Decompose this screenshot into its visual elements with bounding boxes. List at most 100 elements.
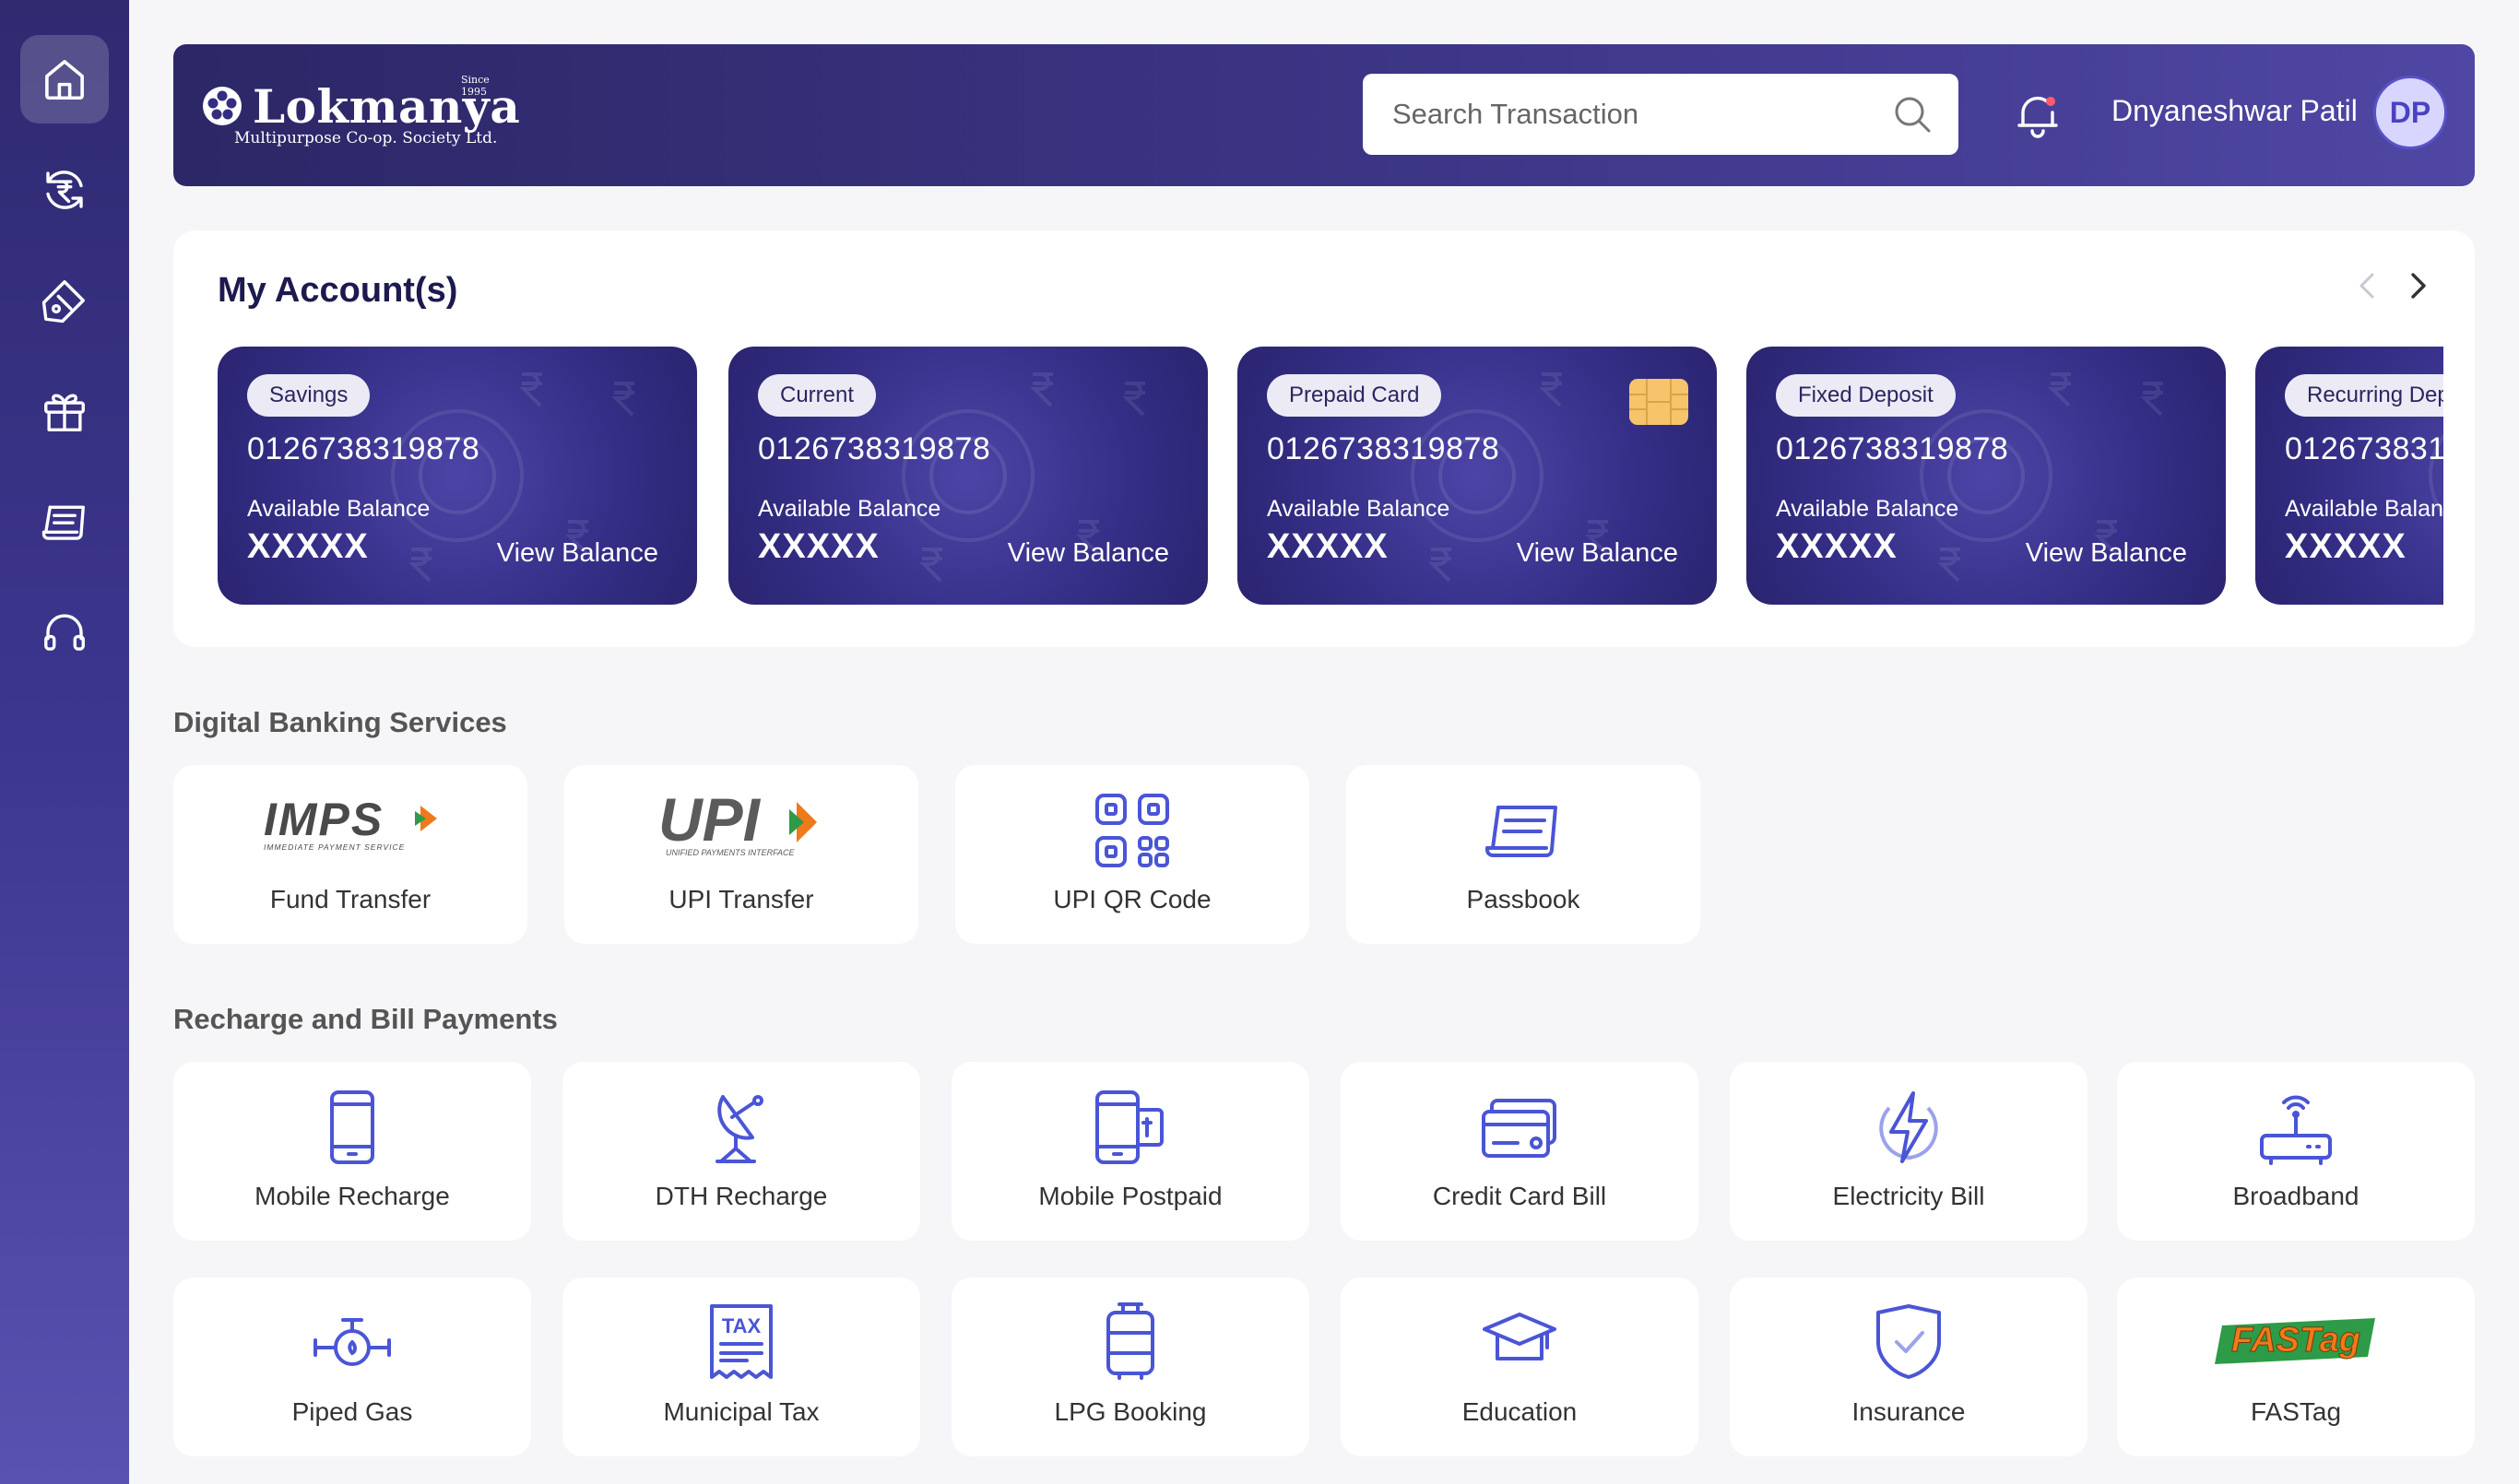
tile-label: Fund Transfer [269, 885, 432, 913]
masked-balance: XXXXX [247, 527, 369, 566]
lokmanya-mark-icon [203, 87, 242, 125]
tile-label: UPI QR Code [1053, 885, 1212, 913]
account-card[interactable]: Fixed Deposit 0126738319878 Available Ba… [1746, 347, 2226, 605]
svg-text:IMPS: IMPS [264, 794, 384, 845]
available-balance-label: Available Balance [1267, 496, 1450, 522]
sidebar-item-transfer[interactable] [20, 146, 109, 234]
account-number: 0126738319878 [1267, 431, 1500, 466]
masked-balance: XXXXX [758, 527, 880, 566]
tile-label: Piped Gas [291, 1397, 413, 1426]
masked-balance: XXXXX [1776, 527, 1898, 566]
account-cards-carousel: Savings 0126738319878 Available Balance … [218, 347, 2443, 605]
upi-qr-code-tile[interactable]: UPI QR Code [955, 765, 1309, 944]
tile-label: FASTag [2250, 1397, 2342, 1426]
credit-card-bill-tile[interactable]: Credit Card Bill [1341, 1062, 1698, 1241]
tile-label: Municipal Tax [663, 1397, 820, 1426]
account-type-badge: Savings [247, 374, 371, 417]
gas-cylinder-icon [1106, 1302, 1154, 1380]
lpg-booking-tile[interactable]: LPG Booking [952, 1278, 1309, 1456]
account-type-badge: Fixed Deposit [1776, 374, 1956, 417]
electricity-bill-tile[interactable]: Electricity Bill [1730, 1062, 2087, 1241]
svg-text:UPI: UPI [658, 793, 762, 854]
router-icon [2260, 1095, 2332, 1165]
dth-recharge-tile[interactable]: DTH Recharge [562, 1062, 920, 1241]
tile-label: DTH Recharge [655, 1182, 828, 1210]
user-name[interactable]: Dnyaneshwar Patil [2111, 94, 2358, 128]
piped-gas-tile[interactable]: Piped Gas [173, 1278, 531, 1456]
svg-text:UNIFIED PAYMENTS INTERFACE: UNIFIED PAYMENTS INTERFACE [666, 848, 796, 857]
svg-text:FASTag: FASTag [2231, 1321, 2360, 1360]
account-type-badge: Recurring Dep [2285, 374, 2443, 417]
broadband-tile[interactable]: Broadband [2117, 1062, 2475, 1241]
svg-text:TAX: TAX [722, 1314, 762, 1337]
mobile-icon [330, 1090, 374, 1164]
fund-transfer-tile[interactable]: IMPS IMMEDIATE PAYMENT SERVICE Fund Tran… [173, 765, 527, 944]
masked-balance: XXXXX [2285, 527, 2407, 566]
sidebar-item-home[interactable] [20, 35, 109, 124]
sidebar-item-rewards[interactable] [20, 256, 109, 345]
top-header: Lokmanya Since 1995 Multipurpose Co-op. … [173, 44, 2475, 186]
bill-payments-title: Recharge and Bill Payments [173, 1003, 558, 1035]
view-balance-link[interactable]: View Balance [497, 538, 658, 569]
insurance-tile[interactable]: Insurance [1730, 1278, 2087, 1456]
tile-label: Broadband [2232, 1182, 2359, 1210]
svg-text:IMMEDIATE PAYMENT SERVICE: IMMEDIATE PAYMENT SERVICE [264, 842, 405, 852]
account-number: 01267383198 [2285, 431, 2443, 466]
mobile-postpaid-tile[interactable]: Mobile Postpaid [952, 1062, 1309, 1241]
tile-label: Credit Card Bill [1432, 1182, 1607, 1210]
municipal-tax-tile[interactable]: TAX Municipal Tax [562, 1278, 920, 1456]
mobile-recharge-tile[interactable]: Mobile Recharge [173, 1062, 531, 1241]
account-card[interactable]: Savings 0126738319878 Available Balance … [218, 347, 697, 605]
passbook-tile[interactable]: Passbook [1346, 765, 1700, 944]
tile-label: Electricity Bill [1832, 1182, 1985, 1210]
account-card[interactable]: Recurring Dep 01267383198 Available Bala… [2255, 347, 2443, 605]
tile-label: Mobile Recharge [254, 1182, 450, 1210]
fastag-tile[interactable]: FASTag FASTag [2117, 1278, 2475, 1456]
account-card[interactable]: Current 0126738319878 Available Balance … [728, 347, 1208, 605]
tile-label: LPG Booking [1054, 1397, 1207, 1426]
account-number: 0126738319878 [1776, 431, 2009, 466]
notification-bell-icon[interactable] [2008, 85, 2067, 144]
card-chip-icon [1629, 379, 1688, 425]
fastag-logo: FASTag [2215, 1318, 2375, 1364]
search-box [1363, 74, 1958, 155]
my-accounts-panel: My Account(s) Savings 0126738319878 Avai… [173, 230, 2475, 647]
tile-label: UPI Transfer [668, 885, 814, 913]
search-icon[interactable] [1892, 94, 1933, 135]
view-balance-link[interactable]: View Balance [1008, 538, 1169, 569]
gas-pipe-icon [313, 1318, 391, 1366]
available-balance-label: Available Balance [247, 496, 431, 522]
masked-balance: XXXXX [1267, 527, 1389, 566]
upi-transfer-tile[interactable]: UPI UNIFIED PAYMENTS INTERFACE UPI Trans… [564, 765, 918, 944]
account-card[interactable]: Prepaid Card 0126738319878 Available Bal… [1237, 347, 1717, 605]
passbook-icon [41, 505, 85, 540]
chevron-left-icon[interactable] [2349, 267, 2386, 304]
tax-receipt-icon: TAX [710, 1304, 773, 1379]
credit-card-icon [1482, 1099, 1556, 1158]
education-tile[interactable]: Education [1341, 1278, 1698, 1456]
headset-icon [44, 614, 85, 651]
account-type-badge: Prepaid Card [1267, 374, 1442, 417]
gift-icon [44, 394, 85, 431]
imps-logo: IMPS IMMEDIATE PAYMENT SERVICE [264, 794, 437, 852]
view-balance-link[interactable]: View Balance [1517, 538, 1678, 569]
available-balance-label: Available Balance [2285, 496, 2443, 522]
avatar[interactable]: DP [2373, 76, 2447, 149]
tile-label: Education [1461, 1397, 1578, 1426]
search-input[interactable] [1392, 74, 1872, 155]
tile-label: Passbook [1466, 885, 1580, 913]
view-balance-link[interactable]: View Balance [2026, 538, 2187, 569]
sidebar-item-support[interactable] [20, 588, 109, 677]
brand-subtitle: Multipurpose Co-op. Society Ltd. [234, 129, 498, 147]
account-number: 0126738319878 [758, 431, 991, 466]
brand-logo[interactable]: Lokmanya Since 1995 Multipurpose Co-op. … [201, 74, 520, 160]
satellite-dish-icon [715, 1095, 763, 1163]
available-balance-label: Available Balance [758, 496, 941, 522]
shield-check-icon [1876, 1304, 1941, 1379]
graduation-cap-icon [1483, 1313, 1556, 1360]
sidebar-item-passbook[interactable] [20, 477, 109, 566]
digital-banking-title: Digital Banking Services [173, 706, 507, 738]
chevron-right-icon[interactable] [2399, 267, 2436, 304]
sidebar-item-gifts[interactable] [20, 367, 109, 455]
sidebar [0, 0, 129, 1484]
